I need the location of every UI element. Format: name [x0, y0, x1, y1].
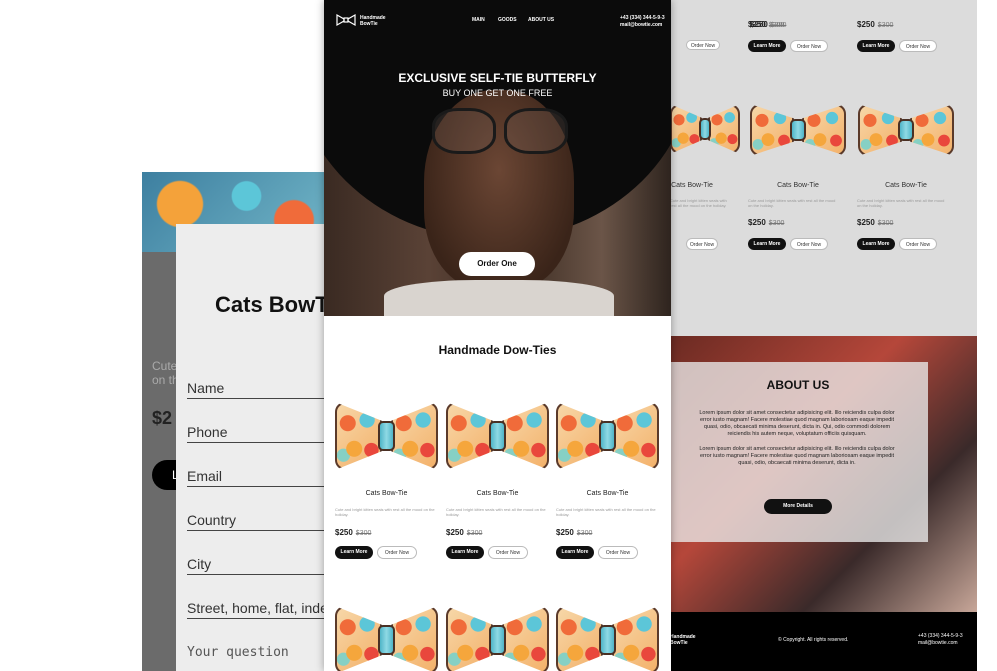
- learn-more-button[interactable]: Learn More: [857, 40, 895, 52]
- product-description: Cute and bright kitten seals with rest a…: [556, 507, 656, 518]
- order-now-button[interactable]: Order Now: [790, 40, 828, 52]
- hero-photo-glasses: [504, 108, 568, 154]
- page-preview-right: $250 $300 Order Now $250 $300 Learn More O…: [668, 0, 977, 671]
- product-title: Cats Bow-Tie: [586, 490, 629, 497]
- bow-tie-image: [335, 402, 438, 470]
- order-now-button[interactable]: Order Now: [899, 40, 937, 52]
- learn-more-button[interactable]: Learn More: [857, 238, 895, 250]
- product-price: $250 $300: [446, 528, 483, 537]
- product-description: Cute and bright kitten seals with rest a…: [670, 198, 727, 209]
- city-field[interactable]: City: [187, 556, 326, 575]
- footer-brand: Handmade BowTie: [670, 634, 696, 646]
- about-title: ABOUT US: [766, 378, 830, 392]
- order-now-button[interactable]: Order Now: [598, 546, 638, 559]
- product-title: Cats Bow-Tie: [777, 182, 819, 189]
- bow-tie-image: [556, 606, 659, 671]
- learn-more-button[interactable]: Learn More: [335, 546, 373, 559]
- product-price-fragment: $2: [152, 408, 173, 428]
- learn-more-button[interactable]: Learn More: [748, 40, 786, 52]
- product-description: Cute and bright kitten seals with rest a…: [335, 507, 435, 518]
- learn-more-button[interactable]: Learn More: [556, 546, 594, 559]
- product-description: Cute and bright kitten seals with rest a…: [748, 198, 836, 209]
- hero-title: EXCLUSIVE SELF-TIE BUTTERFLY: [398, 71, 597, 85]
- bow-tie-logo-icon[interactable]: [336, 13, 356, 27]
- nav-item-main[interactable]: MAIN: [472, 17, 485, 23]
- page-preview-main: Handmade BowTie MAIN GOODS ABOUT US +43 (…: [324, 0, 671, 671]
- bow-tie-image: [446, 402, 549, 470]
- bow-tie-image: [750, 104, 846, 156]
- more-details-button[interactable]: More Details: [764, 499, 832, 514]
- product-price: $250 $300: [748, 218, 785, 227]
- hero-photo-shirt: [384, 280, 614, 316]
- order-one-button[interactable]: Order One: [459, 252, 535, 276]
- order-now-button[interactable]: Order Now: [686, 238, 718, 250]
- product-description-fragment: Cute on th: [152, 359, 179, 387]
- learn-more-button[interactable]: Learn More: [748, 238, 786, 250]
- header-contact: +43 (334) 344-5-9-3 mail@bowtie.com: [620, 15, 665, 28]
- order-form-modal: Cats BowT Name Phone Email Country City …: [176, 224, 326, 671]
- product-price: $250 $300: [748, 20, 785, 29]
- product-title: Cats Bow-Tie: [476, 490, 519, 497]
- product-price: $250 $300: [857, 218, 894, 227]
- footer: Handmade BowTie © Copyright. All rights r…: [668, 612, 977, 671]
- order-now-button[interactable]: Order Now: [899, 238, 937, 250]
- bow-tie-image: [858, 104, 954, 156]
- about-paragraph-1: Lorem ipsum dolor sit amet consectetur a…: [699, 410, 895, 438]
- nav-item-goods[interactable]: GOODS: [498, 17, 517, 23]
- bow-tie-image: [670, 104, 740, 154]
- footer-copyright: © Copyright. All rights reserved.: [778, 637, 849, 643]
- learn-more-button[interactable]: Learn More: [446, 546, 484, 559]
- about-overlay-panel: ABOUT US Lorem ipsum dolor sit amet cons…: [668, 362, 928, 542]
- product-description: Cute and bright kitten seals with rest a…: [446, 507, 546, 518]
- question-textarea[interactable]: Your question: [187, 645, 289, 660]
- bow-tie-image: [335, 606, 438, 671]
- form-title: Cats BowT: [215, 292, 326, 317]
- product-title: Cats Bow-Tie: [365, 490, 408, 497]
- product-price: $250 $300: [857, 20, 894, 29]
- phone-field[interactable]: Phone: [187, 424, 326, 443]
- address-field[interactable]: Street, home, flat, index: [187, 600, 326, 619]
- footer-contact: +43 (334) 344-5-9-3 mail@bowtie.com: [918, 633, 963, 646]
- product-price: $250 $300: [556, 528, 593, 537]
- order-now-button[interactable]: Order Now: [488, 546, 528, 559]
- product-title: Cats Bow-Tie: [885, 182, 927, 189]
- name-field[interactable]: Name: [187, 380, 326, 399]
- hero-subtitle: BUY ONE GET ONE FREE: [442, 88, 553, 98]
- nav-item-about-us[interactable]: ABOUT US: [528, 17, 554, 23]
- brand-name[interactable]: Handmade BowTie: [360, 15, 386, 27]
- hero-photo-glasses: [432, 108, 496, 154]
- order-now-button[interactable]: Order Now: [790, 238, 828, 250]
- bow-tie-image: [556, 402, 659, 470]
- country-field[interactable]: Country: [187, 512, 326, 531]
- bow-tie-image: [446, 606, 549, 671]
- about-paragraph-2: Lorem ipsum dolor sit amet consectetur a…: [699, 446, 895, 467]
- product-description: Cute and bright kitten seals with rest a…: [857, 198, 945, 209]
- order-now-button[interactable]: Order Now: [686, 40, 720, 50]
- order-now-button[interactable]: Order Now: [377, 546, 417, 559]
- email-field[interactable]: Email: [187, 468, 326, 487]
- catalog-title: Handmade Dow-Ties: [438, 343, 557, 357]
- product-price: $250 $300: [335, 528, 372, 537]
- about-section: ABOUT US Lorem ipsum dolor sit amet cons…: [668, 336, 977, 614]
- product-title: Cats Bow-Tie: [671, 182, 713, 189]
- hero-section: Handmade BowTie MAIN GOODS ABOUT US +43 (…: [324, 0, 671, 316]
